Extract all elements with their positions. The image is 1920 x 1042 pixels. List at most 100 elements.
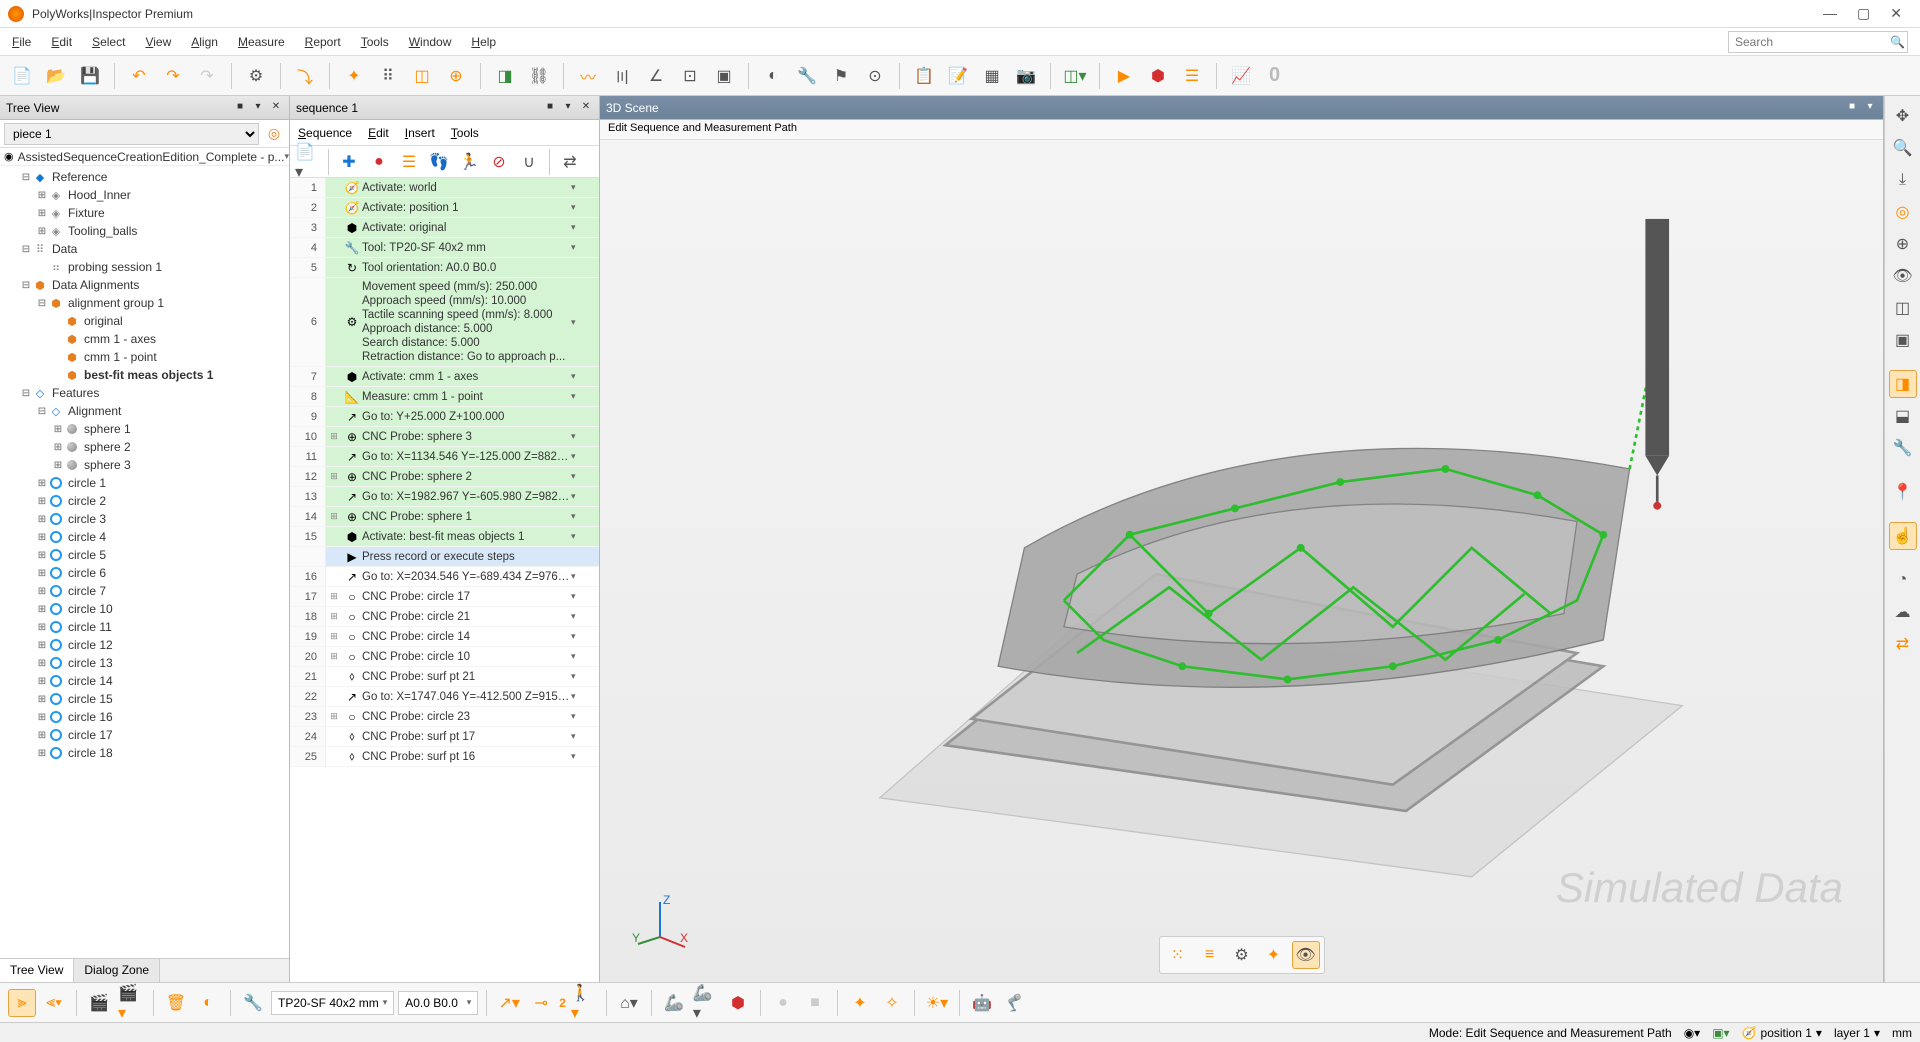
tree-toggle-icon[interactable]: ⊞ [36, 730, 48, 741]
tree-toggle-icon[interactable]: ⊞ [36, 748, 48, 759]
tree-item[interactable]: ⊟⬢Data Alignments [0, 276, 289, 294]
seq-dropdown-icon[interactable]: ▾ [571, 711, 583, 722]
link-icon[interactable]: ⛓ [525, 62, 553, 90]
tree-toggle-icon[interactable]: ⊞ [36, 532, 48, 543]
bt-del-icon[interactable]: 🗑 [162, 989, 190, 1017]
tree-item[interactable]: ⊟◇Features [0, 384, 289, 402]
orient-combo[interactable]: A0.0 B0.0▾ [398, 991, 478, 1015]
tree-toggle-icon[interactable]: ⊞ [36, 622, 48, 633]
tree-item[interactable]: ⊞circle 16 [0, 708, 289, 726]
bt-link-icon[interactable]: ⊸ [527, 989, 555, 1017]
import-icon[interactable]: ⤵ [291, 62, 319, 90]
tree-pin-icon[interactable]: ▾ [251, 101, 265, 115]
tree-toggle-icon[interactable]: ⊞ [36, 226, 48, 237]
bt-person-icon[interactable]: 🚶▾ [570, 989, 598, 1017]
seq-step[interactable]: 11↗Go to: X=1134.546 Y=-125.000 Z=882.90… [290, 447, 599, 467]
seq-step[interactable]: 12⊞⊕CNC Probe: sphere 2▾ [290, 467, 599, 487]
seq-expand-icon[interactable]: ⊞ [326, 631, 342, 642]
tree-toggle-icon[interactable]: ⊟ [20, 280, 32, 291]
tree-item[interactable]: ⠶probing session 1 [0, 258, 289, 276]
fb-list-icon[interactable]: ≡ [1196, 941, 1224, 969]
seq-dropdown-icon[interactable]: ▾ [571, 222, 583, 233]
seq-dropdown-icon[interactable]: ▾ [571, 671, 583, 682]
close-button[interactable]: ✕ [1890, 5, 1902, 22]
menu-measure[interactable]: Measure [238, 35, 285, 49]
tree-item[interactable]: ⊞circle 5 [0, 546, 289, 564]
bt-clap2-icon[interactable]: 🎬▾ [117, 989, 145, 1017]
bt-scan-icon[interactable]: ✦ [846, 989, 874, 1017]
rt-center-icon[interactable]: ◎ [1889, 198, 1917, 226]
tree-item[interactable]: ⊞circle 7 [0, 582, 289, 600]
menu-align[interactable]: Align [191, 35, 218, 49]
tree-item[interactable]: ⬢best-fit meas objects 1 [0, 366, 289, 384]
tree-item[interactable]: ⊞circle 15 [0, 690, 289, 708]
seq-dropdown-icon[interactable]: ▾ [571, 431, 583, 442]
tree-minimize-icon[interactable]: ■ [233, 101, 247, 115]
seq-step[interactable]: 14⊞⊕CNC Probe: sphere 1▾ [290, 507, 599, 527]
maximize-button[interactable]: ▢ [1857, 5, 1870, 22]
tree-item[interactable]: ⊞circle 12 [0, 636, 289, 654]
tree-toggle-icon[interactable]: ⊟ [36, 298, 48, 309]
seq-expand-icon[interactable]: ⊞ [326, 711, 342, 722]
seq-dropdown-icon[interactable]: ▾ [571, 691, 583, 702]
project-row[interactable]: ◉ AssistedSequenceCreationEdition_Comple… [0, 148, 289, 166]
axis-widget[interactable]: Z X Y [630, 892, 690, 952]
tree-body[interactable]: ⊟◆Reference⊞◈Hood_Inner⊞◈Fixture⊞◈Toolin… [0, 166, 289, 958]
seq-step[interactable]: 20⊞○CNC Probe: circle 10▾ [290, 647, 599, 667]
flag-icon[interactable]: ⚑ [827, 62, 855, 90]
chart-icon[interactable]: 📈 [1227, 62, 1255, 90]
tree-item[interactable]: ⊞circle 17 [0, 726, 289, 744]
seq-dropdown-icon[interactable]: ▾ [571, 451, 583, 462]
seq-step[interactable]: 15⬢Activate: best-fit meas objects 1▾ [290, 527, 599, 547]
menu-help[interactable]: Help [471, 35, 496, 49]
menu-view[interactable]: View [145, 35, 171, 49]
seq-dropdown-icon[interactable]: ▾ [571, 611, 583, 622]
seq-step[interactable]: 8📐Measure: cmm 1 - point▾ [290, 387, 599, 407]
status-layer[interactable]: layer 1 ▾ [1834, 1026, 1880, 1040]
tree-toggle-icon[interactable]: ⊞ [36, 712, 48, 723]
seq-feet-icon[interactable]: 👣 [425, 148, 453, 176]
piece-select[interactable]: piece 1 [4, 123, 259, 145]
seq-dropdown-icon[interactable]: ▾ [571, 491, 583, 502]
tree-toggle-icon[interactable]: ⊞ [36, 496, 48, 507]
tree-toggle-icon[interactable]: ⊞ [52, 424, 64, 435]
fb-spark-icon[interactable]: ✦ [1260, 941, 1288, 969]
search-input[interactable] [1735, 35, 1890, 49]
tree-toggle-icon[interactable]: ⊞ [36, 190, 48, 201]
status-pos[interactable]: 🧭 position 1 ▾ [1742, 1026, 1822, 1040]
tree-item[interactable]: ⊞sphere 1 [0, 420, 289, 438]
tree-item[interactable]: ⊞◈Tooling_balls [0, 222, 289, 240]
bt-stop-icon[interactable]: ⬢ [724, 989, 752, 1017]
seq-step[interactable]: 22↗Go to: X=1747.046 Y=-412.500 Z=915.40… [290, 687, 599, 707]
seq-dropdown-icon[interactable]: ▾ [571, 731, 583, 742]
tree-toggle-icon[interactable]: ⊞ [36, 208, 48, 219]
new-icon[interactable]: 📄 [8, 62, 36, 90]
seq-step[interactable]: 17⊞○CNC Probe: circle 17▾ [290, 587, 599, 607]
tree-item[interactable]: ⊞circle 10 [0, 600, 289, 618]
tree-item[interactable]: ⬢original [0, 312, 289, 330]
tree-item[interactable]: ⊞circle 13 [0, 654, 289, 672]
caliper-icon[interactable]: 〣 [608, 62, 636, 90]
stop-icon[interactable]: ⬢ [1144, 62, 1172, 90]
seq-step[interactable]: 9↗Go to: Y+25.000 Z+100.000 [290, 407, 599, 427]
seq-expand-icon[interactable]: ⊞ [326, 591, 342, 602]
seq-menu-insert[interactable]: Insert [405, 126, 435, 140]
tree-toggle-icon[interactable]: ⊞ [36, 604, 48, 615]
redo2-icon[interactable]: ↷ [193, 62, 221, 90]
menu-edit[interactable]: Edit [51, 35, 72, 49]
tree-item[interactable]: ⊞circle 1 [0, 474, 289, 492]
bt-sun-icon[interactable]: ☀▾ [923, 989, 951, 1017]
curve-icon[interactable]: 〰 [574, 62, 602, 90]
tree-item[interactable]: ⬢cmm 1 - point [0, 348, 289, 366]
seq-dropdown-icon[interactable]: ▾ [571, 182, 583, 193]
seq-new-icon[interactable]: 📄▾ [294, 148, 322, 176]
seq-expand-icon[interactable]: ⊞ [326, 651, 342, 662]
bt-gauge-icon[interactable]: ◐ [194, 989, 222, 1017]
seq-step[interactable]: 10⊞⊕CNC Probe: sphere 3▾ [290, 427, 599, 447]
fb-eye-icon[interactable]: 👁 [1292, 941, 1320, 969]
spark-icon[interactable]: ✦ [340, 62, 368, 90]
compass-icon[interactable]: ⊙ [861, 62, 889, 90]
seq-dropdown-icon[interactable]: ▾ [571, 242, 583, 253]
cube2-icon[interactable]: ◫▾ [1061, 62, 1089, 90]
seq-step[interactable]: 21⬨CNC Probe: surf pt 21▾ [290, 667, 599, 687]
